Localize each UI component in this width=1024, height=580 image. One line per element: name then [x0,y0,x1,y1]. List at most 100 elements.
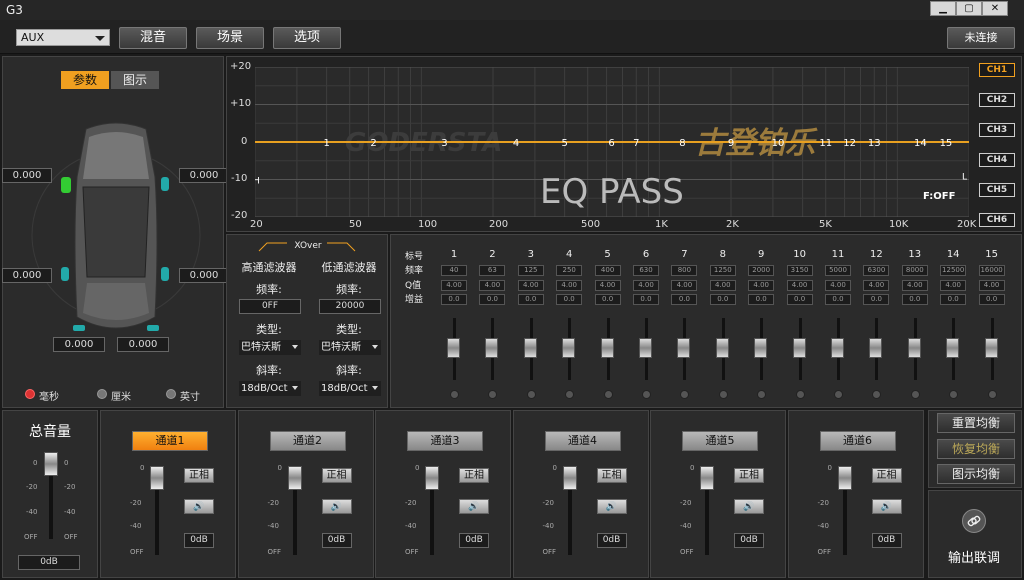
phase-button[interactable]: 正相 [871,468,902,483]
eq-band-gain[interactable]: 0.0 [863,294,890,305]
phase-button[interactable]: 正相 [459,468,489,483]
channel-volume-slider[interactable] [287,466,302,490]
options-button[interactable]: 选项 [273,27,341,49]
eq-band-q[interactable]: 4.00 [709,280,736,291]
lp-slope-select[interactable]: 18dB/Oct [319,381,381,396]
hp-type-select[interactable]: 巴特沃斯 [239,340,301,355]
eq-band-bypass-button[interactable] [834,390,843,399]
mix-button[interactable]: 混音 [119,27,187,49]
channel-ch3-button[interactable]: CH3 [979,123,1015,137]
eq-band-q[interactable]: 4.00 [786,280,813,291]
restore-eq-button[interactable]: 恢复均衡 [937,439,1015,459]
mute-button[interactable]: 🔊 [596,499,627,514]
eq-band-q[interactable]: 4.00 [517,280,544,291]
eq-band-bypass-button[interactable] [718,390,728,399]
eq-gain-slider[interactable] [639,338,652,358]
eq-band-q[interactable]: 4.00 [556,280,583,291]
eq-band-gain[interactable]: 0.0 [940,294,967,305]
eq-band-freq[interactable]: 1250 [709,265,736,276]
eq-gain-slider[interactable] [907,338,921,358]
eq-gain-slider[interactable] [869,338,883,358]
unit-cm-radio[interactable] [97,389,107,399]
channel-ch6-button[interactable]: CH6 [979,213,1015,227]
hp-slope-select[interactable]: 18dB/Oct [239,381,301,396]
channel-volume-slider[interactable] [837,466,852,490]
channel-select-button[interactable]: 通道6 [819,431,896,451]
tab-params[interactable]: 参数 [61,71,109,89]
eq-band-freq[interactable]: 630 [633,265,659,276]
eq-gain-slider[interactable] [715,338,729,358]
eq-band-gain[interactable]: 0.0 [978,294,1005,305]
link-icon[interactable] [962,509,986,533]
eq-band-bypass-button[interactable] [450,390,459,399]
lp-type-select[interactable]: 巴特沃斯 [319,340,381,355]
eq-band-freq[interactable]: 6300 [863,265,890,276]
mute-button[interactable]: 🔊 [321,499,352,514]
channel-select-button[interactable]: 通道1 [132,431,208,451]
channel-select-button[interactable]: 通道3 [407,431,483,451]
eq-band-bypass-button[interactable] [603,390,613,399]
eq-gain-slider[interactable] [984,338,998,358]
scene-button[interactable]: 场景 [196,27,264,49]
eq-band-gain[interactable]: 0.0 [479,294,506,305]
eq-band-gain[interactable]: 0.0 [748,294,775,305]
eq-band-freq[interactable]: 63 [479,265,506,276]
eq-band-gain[interactable]: 0.0 [901,294,928,305]
eq-band-bypass-button[interactable] [795,390,805,399]
mute-button[interactable]: 🔊 [184,499,214,514]
eq-band-gain[interactable]: 0.0 [441,294,467,305]
eq-band-q[interactable]: 4.00 [441,280,467,291]
eq-band-gain[interactable]: 0.0 [633,294,659,305]
eq-graph[interactable]: GODERSTA 古登铂乐1 2 3 4 5 6 7 8 9 10 11 12 13 14 15H LEQ PA… [255,67,969,217]
channel-volume-slider[interactable] [150,466,164,490]
eq-band-freq[interactable]: 40 [441,265,467,276]
graphic-eq-button[interactable]: 图示均衡 [937,464,1015,484]
close-button[interactable]: ✕ [982,1,1008,16]
delay-sub-left[interactable]: 0.000 [53,337,105,352]
eq-gain-slider[interactable] [792,338,806,358]
eq-gain-slider[interactable] [600,338,614,358]
unit-ms-radio[interactable] [25,389,35,399]
eq-band-bypass-button[interactable] [910,390,920,399]
delay-rl[interactable]: 0.000 [2,268,52,283]
eq-band-gain[interactable]: 0.0 [786,294,813,305]
connect-button[interactable]: 未连接 [947,27,1015,49]
channel-volume-slider[interactable] [700,466,714,490]
channel-select-button[interactable]: 通道4 [544,431,621,451]
channel-volume-slider[interactable] [425,466,439,490]
eq-band-q[interactable]: 4.00 [901,280,928,291]
eq-band-freq[interactable]: 400 [594,265,621,276]
eq-band-gain[interactable]: 0.0 [556,294,583,305]
eq-gain-slider[interactable] [754,338,768,358]
master-volume-slider[interactable] [44,452,58,476]
eq-band-gain[interactable]: 0.0 [594,294,621,305]
delay-fl[interactable]: 0.000 [2,168,52,183]
eq-band-freq[interactable]: 800 [671,265,698,276]
eq-band-freq[interactable]: 125 [517,265,544,276]
eq-band-gain[interactable]: 0.0 [671,294,698,305]
eq-band-freq[interactable]: 16000 [978,265,1005,276]
channel-volume-slider[interactable] [562,466,577,490]
phase-button[interactable]: 正相 [734,468,764,483]
eq-band-bypass-button[interactable] [987,390,997,399]
eq-band-gain[interactable]: 0.0 [825,294,851,305]
phase-button[interactable]: 正相 [184,468,214,483]
eq-gain-slider[interactable] [677,338,691,358]
eq-band-gain[interactable]: 0.0 [709,294,736,305]
delay-rr[interactable]: 0.000 [179,268,229,283]
eq-band-freq[interactable]: 250 [556,265,583,276]
eq-band-freq[interactable]: 3150 [786,265,813,276]
eq-band-gain[interactable]: 0.0 [517,294,544,305]
eq-band-q[interactable]: 4.00 [978,280,1005,291]
tab-graph[interactable]: 图示 [111,71,159,89]
eq-gain-slider[interactable] [485,338,499,358]
channel-ch4-button[interactable]: CH4 [979,153,1015,167]
delay-sub-right[interactable]: 0.000 [117,337,169,352]
channel-ch1-button[interactable]: CH1 [979,63,1015,77]
channel-select-button[interactable]: 通道5 [682,431,758,451]
eq-band-q[interactable]: 4.00 [863,280,890,291]
eq-gain-slider[interactable] [447,338,460,358]
eq-gain-slider[interactable] [946,338,960,358]
eq-band-q[interactable]: 4.00 [748,280,775,291]
source-select[interactable]: AUX [16,29,110,46]
